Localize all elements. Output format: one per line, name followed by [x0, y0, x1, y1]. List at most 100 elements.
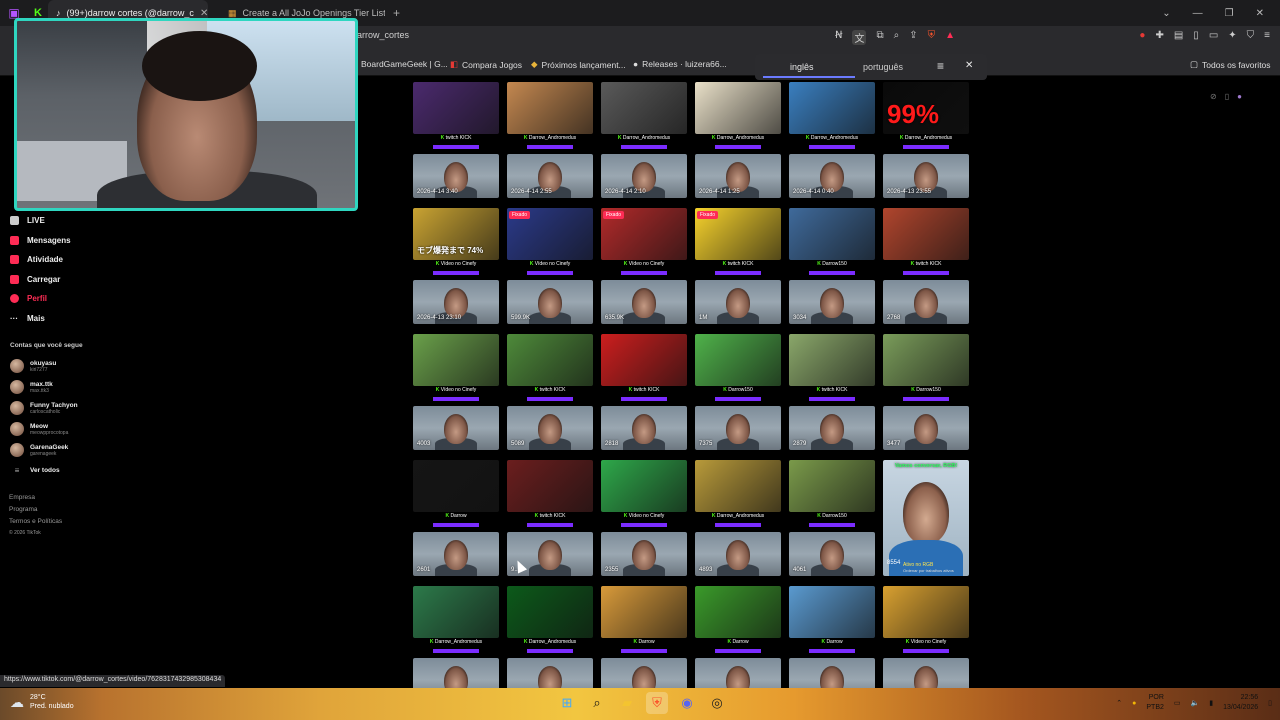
caption-bar	[527, 523, 573, 527]
network-icon[interactable]: ▭	[1174, 699, 1181, 707]
extensions-icon[interactable]: ✚	[1155, 30, 1163, 41]
lang-option-english[interactable]: inglês	[790, 62, 814, 72]
video-card[interactable]: K Darrow_Andromedus 2026-4-14 0:40	[789, 82, 875, 198]
video-card[interactable]: K Darrow	[695, 586, 781, 702]
profile-bubble-icon[interactable]: ●	[1237, 92, 1242, 101]
video-card[interactable]: K Vídeo no Cinefy	[883, 586, 969, 702]
extension-red-icon[interactable]: ●	[1139, 30, 1145, 41]
copy-icon[interactable]: ▯	[1225, 92, 1229, 101]
video-card[interactable]: K Darrow_Andromedus 4893	[695, 460, 781, 576]
view-count: 2026-4-13 23:10	[417, 315, 462, 321]
share-icon[interactable]: ⇪	[909, 30, 917, 45]
video-card[interactable]: モブ爆発まで 74% K Vídeo no Cinefy 2026-4-13 23:…	[413, 208, 499, 324]
weather-widget[interactable]: ☁ 28°C Pred. nublado	[10, 693, 74, 711]
reader-icon[interactable]: Ꞥ	[835, 30, 842, 45]
new-tab-button[interactable]: +	[393, 6, 400, 20]
pinned-badge: Fixado	[509, 211, 531, 219]
video-card[interactable]: K Darrow150 3034	[789, 208, 875, 324]
bookmark-bgg[interactable]: BoardGameGeek | G...	[361, 59, 448, 69]
lang-option-portuguese[interactable]: português	[863, 62, 903, 72]
brave-rewards-icon[interactable]: ▲	[945, 30, 955, 45]
bookmark-compara[interactable]: ◧ Compara Jogos	[450, 59, 522, 70]
start-icon[interactable]: ⊞	[556, 692, 578, 714]
open-external-icon[interactable]: ⧉	[876, 30, 883, 45]
nav-activity[interactable]: Atividade	[10, 255, 63, 264]
brave-browser-icon[interactable]: ⛨	[646, 692, 668, 714]
battery-icon[interactable]: ▮	[1209, 699, 1213, 707]
bookmark-releases[interactable]: ● Releases · luizera66...	[633, 59, 727, 69]
video-card[interactable]: K Darrow_Andromedus 2026-4-14 2:10	[601, 82, 687, 198]
microphone-icon[interactable]: ●	[1132, 700, 1136, 707]
video-card[interactable]: K Darrow150 4061	[789, 460, 875, 576]
footer-program[interactable]: Programa	[9, 506, 38, 513]
footer-terms[interactable]: Termos e Políticas	[9, 518, 62, 525]
tray-chevron-icon[interactable]: ⌃	[1116, 699, 1122, 707]
video-card[interactable]: K Darrow_Andromedus 2026-4-14 1:25	[695, 82, 781, 198]
wallet2-icon[interactable]: ▭	[1209, 30, 1218, 41]
nav-more[interactable]: ··· Mais	[10, 314, 45, 323]
video-card[interactable]: K Darrow_Andromedus	[507, 586, 593, 702]
file-explorer-icon[interactable]: ▰	[616, 692, 638, 714]
translate-close-icon[interactable]: ✕	[965, 60, 973, 71]
brave-shield-icon[interactable]: ⛨	[928, 30, 936, 45]
video-card[interactable]: K twitch KICK 2818	[601, 334, 687, 450]
video-card[interactable]: K Darrow	[789, 586, 875, 702]
sidebar-toggle-icon[interactable]: ▯	[1193, 30, 1199, 41]
channel-caption: K Darrow	[601, 638, 687, 658]
nav-upload[interactable]: Carregar	[10, 275, 60, 284]
address-bar[interactable]: darrow_cortes	[352, 30, 409, 40]
close-window-icon[interactable]: ✕	[1256, 8, 1264, 19]
video-card[interactable]: Fixado K Vídeo no Cinefy 599.9K	[507, 208, 593, 324]
bookmark-proximos[interactable]: ◆ Próximos lançament...	[531, 59, 626, 70]
video-card[interactable]: 99% K Darrow_Andromedus 2026-4-13 23:55	[883, 82, 969, 198]
video-card[interactable]: Vamos conversar, RGB! 8554 Ativo no RGB Ord…	[883, 460, 969, 576]
nav-messages[interactable]: Mensagens	[10, 236, 71, 245]
nav-live[interactable]: LIVE	[10, 216, 45, 225]
notifications-icon[interactable]: ▯	[1268, 699, 1272, 707]
video-card[interactable]: K Darrow_Andromedus	[413, 586, 499, 702]
followed-account[interactable]: okuyasu kiri7277	[10, 359, 56, 373]
followed-account[interactable]: max.ttk max.ttk3	[10, 380, 53, 394]
search-icon[interactable]: ⌕	[586, 692, 608, 714]
video-card[interactable]: K Darrow150 3477	[883, 334, 969, 450]
video-card[interactable]: K Darrow_Andromedus 2026-4-14 2:55	[507, 82, 593, 198]
leo-icon[interactable]: ✦	[1228, 30, 1236, 41]
translate-menu-icon[interactable]: ≡	[937, 59, 944, 73]
close-tab-icon[interactable]: ✕	[200, 8, 208, 19]
video-card[interactable]: Fixado K Vídeo no Cinefy 635.9K	[601, 208, 687, 324]
obs-icon[interactable]: ◎	[706, 692, 728, 714]
discord-icon[interactable]: ◉	[676, 692, 698, 714]
followed-account[interactable]: GarenaGeek garenageek	[10, 443, 68, 457]
translate-icon[interactable]: 文	[852, 30, 867, 45]
video-card[interactable]: K Darrow 2601	[413, 460, 499, 576]
nav-profile[interactable]: Perfil	[10, 294, 47, 303]
tab-search-icon[interactable]: ⌄	[1162, 8, 1170, 19]
video-card[interactable]: K Darrow	[601, 586, 687, 702]
followed-account[interactable]: Meow meowpprocotopa	[10, 422, 68, 436]
video-card[interactable]: K Vídeo no Cinefy 2355	[601, 460, 687, 576]
video-card[interactable]: K Vídeo no Cinefy 4003	[413, 334, 499, 450]
zoom-icon[interactable]: ⌕	[894, 30, 900, 45]
caption-text: Darrow_Andromedus	[716, 513, 765, 519]
facecam-thumbnail: 2026-4-13 23:10	[413, 280, 499, 324]
video-card[interactable]: Fixado K twitch KICK 1M	[695, 208, 781, 324]
footer-company[interactable]: Empresa	[9, 494, 35, 501]
video-card[interactable]: K twitch KICK 2879	[789, 334, 875, 450]
followed-account[interactable]: Funny Tachyon carloscatholic	[10, 401, 78, 415]
wallet-icon[interactable]: ▤	[1174, 30, 1183, 41]
video-card[interactable]: K twitch KICK 5089	[507, 334, 593, 450]
video-card[interactable]: K twitch KICK 2026-4-14 3:40	[413, 82, 499, 198]
all-favorites[interactable]: ▢ Todos os favoritos	[1190, 59, 1271, 70]
clock[interactable]: 22:56 13/04/2026	[1223, 693, 1258, 713]
view-count: 2026-4-14 2:10	[605, 189, 646, 195]
menu-icon[interactable]: ≡	[1264, 30, 1270, 41]
vpn-icon[interactable]: ⛉	[1247, 30, 1255, 41]
language-indicator[interactable]: POR PTB2	[1146, 693, 1164, 713]
video-card[interactable]: K twitch KICK 2768	[883, 208, 969, 324]
see-all-link[interactable]: ≡ Ver todos	[10, 466, 60, 475]
volume-icon[interactable]: 🔈	[1191, 699, 1200, 707]
video-card[interactable]: K Darrow150 7375	[695, 334, 781, 450]
block-icon[interactable]: ⊘	[1210, 92, 1217, 101]
maximize-icon[interactable]: ❐	[1225, 8, 1234, 19]
minimize-icon[interactable]: —	[1193, 8, 1203, 19]
